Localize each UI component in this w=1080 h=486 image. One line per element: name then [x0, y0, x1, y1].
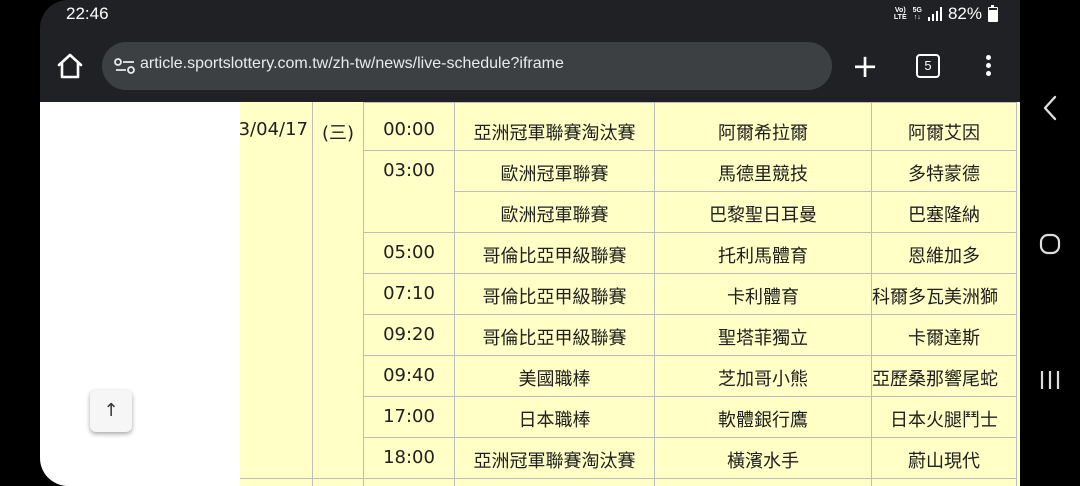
home-circle-icon[interactable] — [1039, 233, 1061, 255]
match-home-team: 卡利體育 — [727, 287, 799, 308]
match-home-team: 阿爾希拉爾 — [718, 123, 808, 144]
match-home-team: 巴黎聖日耳曼 — [709, 205, 817, 226]
match-home-team: 芝加哥小熊 — [718, 369, 808, 390]
battery-icon — [988, 4, 998, 22]
battery-percent: 82% — [947, 4, 982, 23]
signal-icon — [927, 7, 942, 21]
match-league: 哥倫比亞甲級聯賽 — [482, 328, 627, 349]
match-away-team: 日本火腿鬥士 — [890, 410, 998, 431]
tab-switcher-button[interactable]: 5 — [916, 54, 940, 78]
match-league: 亞洲冠軍聯賽淘汰賽 — [473, 123, 636, 144]
url-text[interactable]: article.sportslottery.com.tw/zh-tw/news/… — [140, 55, 564, 73]
match-home-team: 聖塔菲獨立 — [718, 328, 808, 349]
schedule-weekday: (三) — [321, 123, 355, 144]
address-bar[interactable]: article.sportslottery.com.tw/zh-tw/news/… — [102, 42, 832, 90]
phone-screen: 22:46 Vo) LTE 5G ↑↓ 82% article.sportslo… — [40, 0, 1020, 486]
match-league: 亞洲冠軍聯賽淘汰賽 — [473, 451, 636, 472]
schedule-date: 3/04/17 — [240, 119, 308, 140]
volte-icon: Vo) LTE — [893, 7, 907, 21]
match-away-team: 恩維加多 — [908, 246, 980, 267]
status-icons: Vo) LTE 5G ↑↓ 82% — [894, 4, 998, 24]
network-5g-icon: 5G ↑↓ — [912, 7, 922, 21]
match-time: 03:00 — [383, 160, 435, 181]
match-league: 日本職棒 — [518, 410, 591, 431]
match-away-team: 巴塞隆納 — [908, 205, 980, 226]
match-home-team: 托利馬體育 — [718, 246, 808, 267]
home-icon[interactable] — [54, 50, 86, 82]
match-time: 05:00 — [383, 242, 435, 263]
status-bar: 22:46 Vo) LTE 5G ↑↓ 82% — [40, 0, 1020, 32]
match-away-team: 亞歷桑那響尾蛇 — [872, 369, 998, 390]
match-time: 09:20 — [383, 324, 435, 345]
match-home-team: 橫濱水手 — [727, 451, 799, 472]
match-league: 哥倫比亞甲級聯賽 — [482, 246, 627, 267]
match-time: 09:40 — [383, 365, 435, 386]
match-time: 18:00 — [383, 447, 435, 468]
match-league: 歐洲冠軍聯賽 — [500, 205, 609, 226]
match-time: 17:00 — [383, 406, 435, 427]
more-menu-icon[interactable] — [976, 52, 1000, 80]
browser-toolbar: article.sportslottery.com.tw/zh-tw/news/… — [40, 38, 1020, 98]
recent-apps-icon[interactable] — [1038, 368, 1062, 392]
match-home-team: 軟體銀行鷹 — [718, 410, 808, 431]
match-league: 哥倫比亞甲級聯賽 — [482, 287, 627, 308]
web-content: 3/04/17 (三) 00:00 亞洲冠軍聯賽淘汰賽 阿爾希拉爾 阿爾艾因 0… — [40, 102, 1020, 486]
match-away-team: 蔚山現代 — [908, 451, 980, 472]
match-away-team: 卡爾達斯 — [908, 328, 980, 349]
scroll-to-top-button[interactable]: ↑ — [90, 390, 132, 432]
new-tab-button[interactable]: + — [848, 48, 882, 84]
match-away-team: 多特蒙德 — [908, 164, 980, 185]
status-time: 22:46 — [66, 4, 109, 23]
site-settings-icon[interactable] — [114, 56, 136, 76]
back-icon[interactable] — [1040, 94, 1060, 122]
match-time: 00:00 — [383, 119, 435, 140]
match-home-team: 馬德里競技 — [718, 164, 808, 185]
schedule-table: 3/04/17 (三) 00:00 亞洲冠軍聯賽淘汰賽 阿爾希拉爾 阿爾艾因 0… — [240, 102, 1020, 486]
match-time: 07:10 — [383, 283, 435, 304]
system-navigation-bar — [1020, 0, 1080, 486]
match-away-team: 科爾多瓦美洲獅 — [872, 287, 998, 308]
match-away-team: 阿爾艾因 — [908, 123, 980, 144]
match-league: 美國職棒 — [518, 369, 591, 390]
match-league: 歐洲冠軍聯賽 — [500, 164, 609, 185]
